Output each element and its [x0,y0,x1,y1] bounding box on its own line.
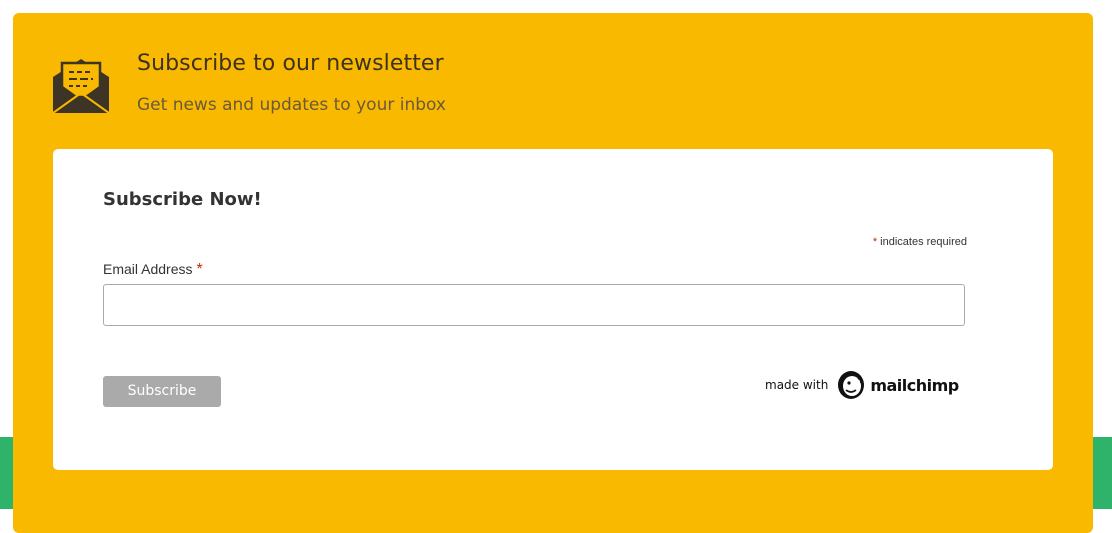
mailchimp-badge[interactable]: made with mailchimp [765,367,959,403]
newsletter-card: Subscribe to our newsletter Get news and… [13,13,1093,533]
subscribe-form: Subscribe Now! * indicates required Emai… [53,149,1053,470]
made-with-text: made with [765,378,829,392]
required-indicator-note: * indicates required [873,236,967,248]
email-field[interactable] [103,284,965,326]
mailchimp-freddie-icon [838,371,865,399]
newsletter-title: Subscribe to our newsletter [137,51,444,76]
mailchimp-brand-text: mailchimp [870,375,959,395]
subscribe-button[interactable]: Subscribe [103,376,221,407]
required-asterisk: * [872,236,878,248]
required-note-text: indicates required [880,236,967,248]
email-label-text: Email Address [103,261,193,277]
form-heading: Subscribe Now! [103,189,262,210]
email-required-asterisk: * [196,261,203,278]
envelope-newsletter-icon [53,59,109,113]
newsletter-subtitle: Get news and updates to your inbox [137,95,446,115]
email-field-label: Email Address * [103,261,203,279]
